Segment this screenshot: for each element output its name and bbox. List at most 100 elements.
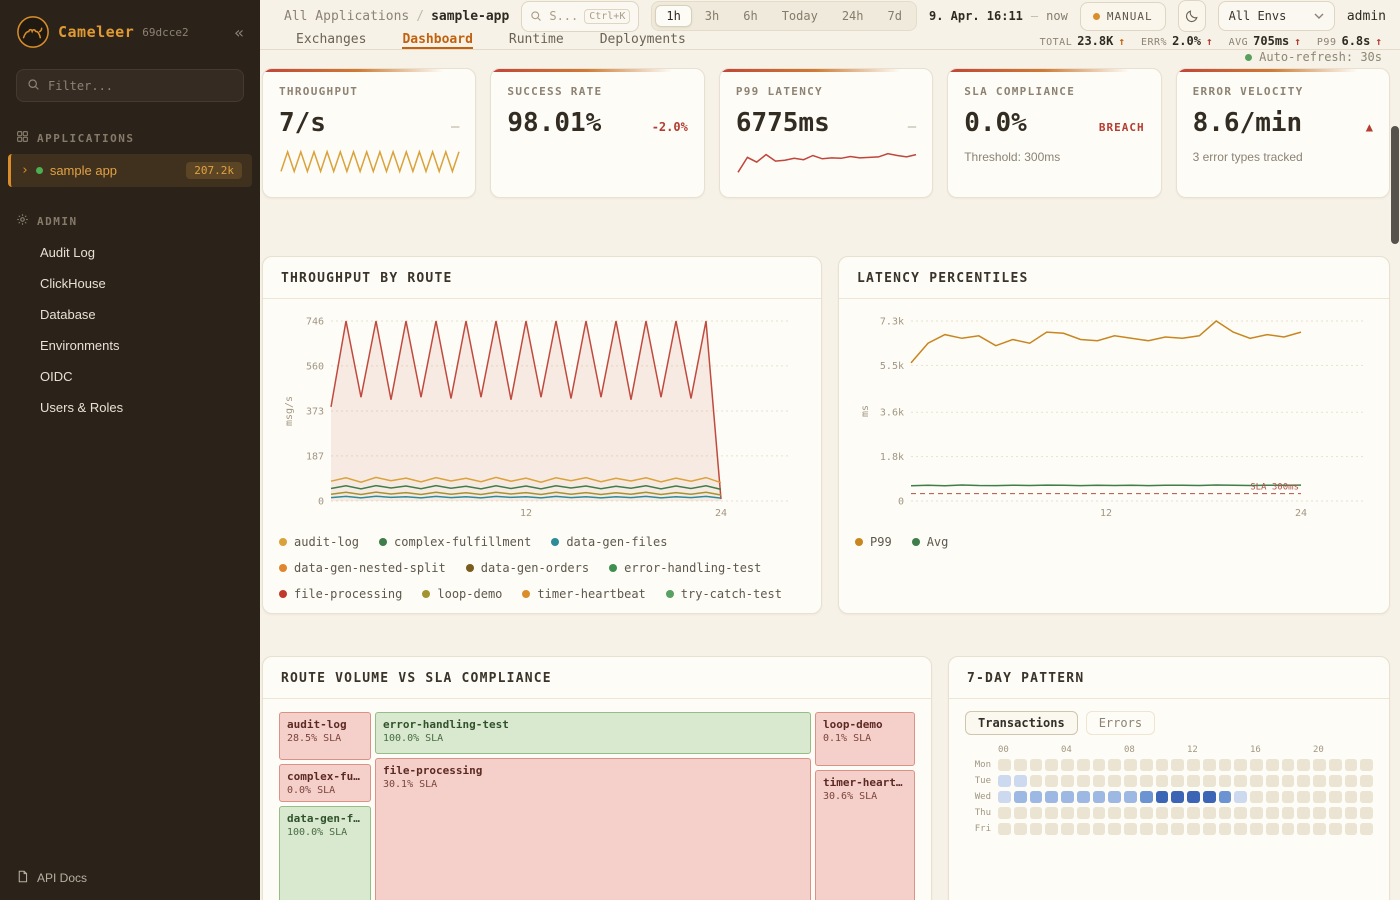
tab-dashboard[interactable]: Dashboard [402, 32, 472, 49]
legend-item[interactable]: loop-demo [422, 587, 502, 601]
heatmap-cell[interactable] [1187, 775, 1200, 787]
heatmap-cell[interactable] [1266, 823, 1279, 835]
heatmap-cell[interactable] [1345, 791, 1358, 803]
legend-item[interactable]: try-catch-test [666, 587, 782, 601]
heatmap-cell[interactable] [1203, 791, 1216, 803]
heatmap-cell[interactable] [1077, 791, 1090, 803]
heatmap-cell[interactable] [1108, 775, 1121, 787]
scrollbar-thumb[interactable] [1391, 126, 1399, 244]
heatmap-cell[interactable] [1266, 807, 1279, 819]
treemap-cell-timer-heartbeat[interactable]: timer-heartbeat 30.6% SLA [815, 770, 915, 900]
treemap-cell-audit-log[interactable]: audit-log 28.5% SLA [279, 712, 371, 760]
time-range-today[interactable]: Today [771, 5, 829, 27]
heatmap-cell[interactable] [998, 775, 1011, 787]
heatmap-cell[interactable] [1077, 759, 1090, 771]
tab-transactions[interactable]: Transactions [965, 711, 1078, 735]
heatmap-cell[interactable] [1171, 807, 1184, 819]
sidebar-item-database[interactable]: Database [0, 299, 260, 330]
heatmap-cell[interactable] [1266, 775, 1279, 787]
heatmap-cell[interactable] [1329, 807, 1342, 819]
heatmap-cell[interactable] [1156, 791, 1169, 803]
sidebar-item-environments[interactable]: Environments [0, 330, 260, 361]
heatmap-cell[interactable] [1124, 775, 1137, 787]
heatmap-cell[interactable] [1297, 823, 1310, 835]
heatmap-cell[interactable] [1014, 823, 1027, 835]
heatmap-cell[interactable] [1045, 791, 1058, 803]
heatmap-cell[interactable] [1030, 791, 1043, 803]
heatmap-cell[interactable] [1203, 807, 1216, 819]
heatmap-cell[interactable] [1140, 807, 1153, 819]
heatmap-cell[interactable] [1360, 759, 1373, 771]
sidebar-item-audit-log[interactable]: Audit Log [0, 237, 260, 268]
heatmap-cell[interactable] [1345, 775, 1358, 787]
tab-runtime[interactable]: Runtime [509, 32, 564, 49]
heatmap-cell[interactable] [1329, 791, 1342, 803]
heatmap-cell[interactable] [998, 791, 1011, 803]
heatmap-cell[interactable] [1297, 759, 1310, 771]
heatmap-cell[interactable] [1345, 807, 1358, 819]
heatmap-cell[interactable] [1061, 807, 1074, 819]
heatmap-cell[interactable] [1124, 823, 1137, 835]
heatmap-cell[interactable] [1124, 807, 1137, 819]
heatmap-cell[interactable] [1014, 759, 1027, 771]
heatmap-cell[interactable] [1030, 759, 1043, 771]
heatmap-cell[interactable] [1250, 775, 1263, 787]
heatmap-cell[interactable] [1360, 791, 1373, 803]
treemap-cell-error-handling-test[interactable]: error-handling-test 100.0% SLA [375, 712, 811, 754]
legend-item[interactable]: Avg [912, 535, 949, 549]
heatmap-cell[interactable] [1282, 775, 1295, 787]
treemap-cell-loop-demo[interactable]: loop-demo 0.1% SLA [815, 712, 915, 766]
legend-item[interactable]: data-gen-files [551, 535, 667, 549]
tab-exchanges[interactable]: Exchanges [296, 32, 366, 49]
heatmap-cell[interactable] [1045, 807, 1058, 819]
heatmap-cell[interactable] [1140, 775, 1153, 787]
heatmap-cell[interactable] [1156, 823, 1169, 835]
legend-item[interactable]: timer-heartbeat [522, 587, 645, 601]
heatmap-cell[interactable] [1250, 807, 1263, 819]
heatmap-cell[interactable] [1297, 807, 1310, 819]
heatmap-cell[interactable] [1234, 759, 1247, 771]
heatmap-cell[interactable] [1045, 823, 1058, 835]
heatmap-cell[interactable] [998, 807, 1011, 819]
global-search[interactable]: S... Ctrl+K [521, 1, 639, 32]
heatmap-cell[interactable] [1093, 807, 1106, 819]
manual-refresh-button[interactable]: MANUAL [1080, 2, 1166, 31]
time-range-6h[interactable]: 6h [732, 5, 768, 27]
heatmap-cell[interactable] [1297, 775, 1310, 787]
heatmap-cell[interactable] [1266, 791, 1279, 803]
heatmap-cell[interactable] [1187, 807, 1200, 819]
heatmap-cell[interactable] [1077, 823, 1090, 835]
heatmap-cell[interactable] [1360, 823, 1373, 835]
heatmap-cell[interactable] [1203, 823, 1216, 835]
heatmap-cell[interactable] [1219, 775, 1232, 787]
heatmap-cell[interactable] [1234, 823, 1247, 835]
heatmap-cell[interactable] [1282, 759, 1295, 771]
sidebar-item-users-roles[interactable]: Users & Roles [0, 392, 260, 423]
heatmap-cell[interactable] [1203, 775, 1216, 787]
heatmap-cell[interactable] [1219, 759, 1232, 771]
heatmap-cell[interactable] [1313, 807, 1326, 819]
legend-item[interactable]: data-gen-orders [466, 561, 589, 575]
treemap-cell-data-gen-files[interactable]: data-gen-files 100.0% SLA [279, 806, 371, 900]
tab-errors[interactable]: Errors [1086, 711, 1155, 735]
heatmap-cell[interactable] [1108, 759, 1121, 771]
time-range-3h[interactable]: 3h [694, 5, 730, 27]
filter-input[interactable] [48, 79, 233, 93]
time-range-7d[interactable]: 7d [877, 5, 913, 27]
heatmap-cell[interactable] [1045, 759, 1058, 771]
heatmap-cell[interactable] [1345, 823, 1358, 835]
treemap-cell-complex-fulfillment[interactable]: complex-fulfillment 0.0% SLA [279, 764, 371, 802]
legend-item[interactable]: P99 [855, 535, 892, 549]
heatmap-cell[interactable] [1156, 775, 1169, 787]
heatmap-cell[interactable] [998, 823, 1011, 835]
heatmap-cell[interactable] [1077, 775, 1090, 787]
heatmap-cell[interactable] [1360, 775, 1373, 787]
legend-item[interactable]: file-processing [279, 587, 402, 601]
heatmap-cell[interactable] [1061, 823, 1074, 835]
heatmap-cell[interactable] [1030, 775, 1043, 787]
heatmap-cell[interactable] [1108, 807, 1121, 819]
env-select[interactable]: All Envs [1218, 1, 1335, 31]
heatmap-cell[interactable] [1140, 791, 1153, 803]
heatmap-cell[interactable] [1345, 759, 1358, 771]
breadcrumb-all-applications[interactable]: All Applications [284, 9, 409, 24]
